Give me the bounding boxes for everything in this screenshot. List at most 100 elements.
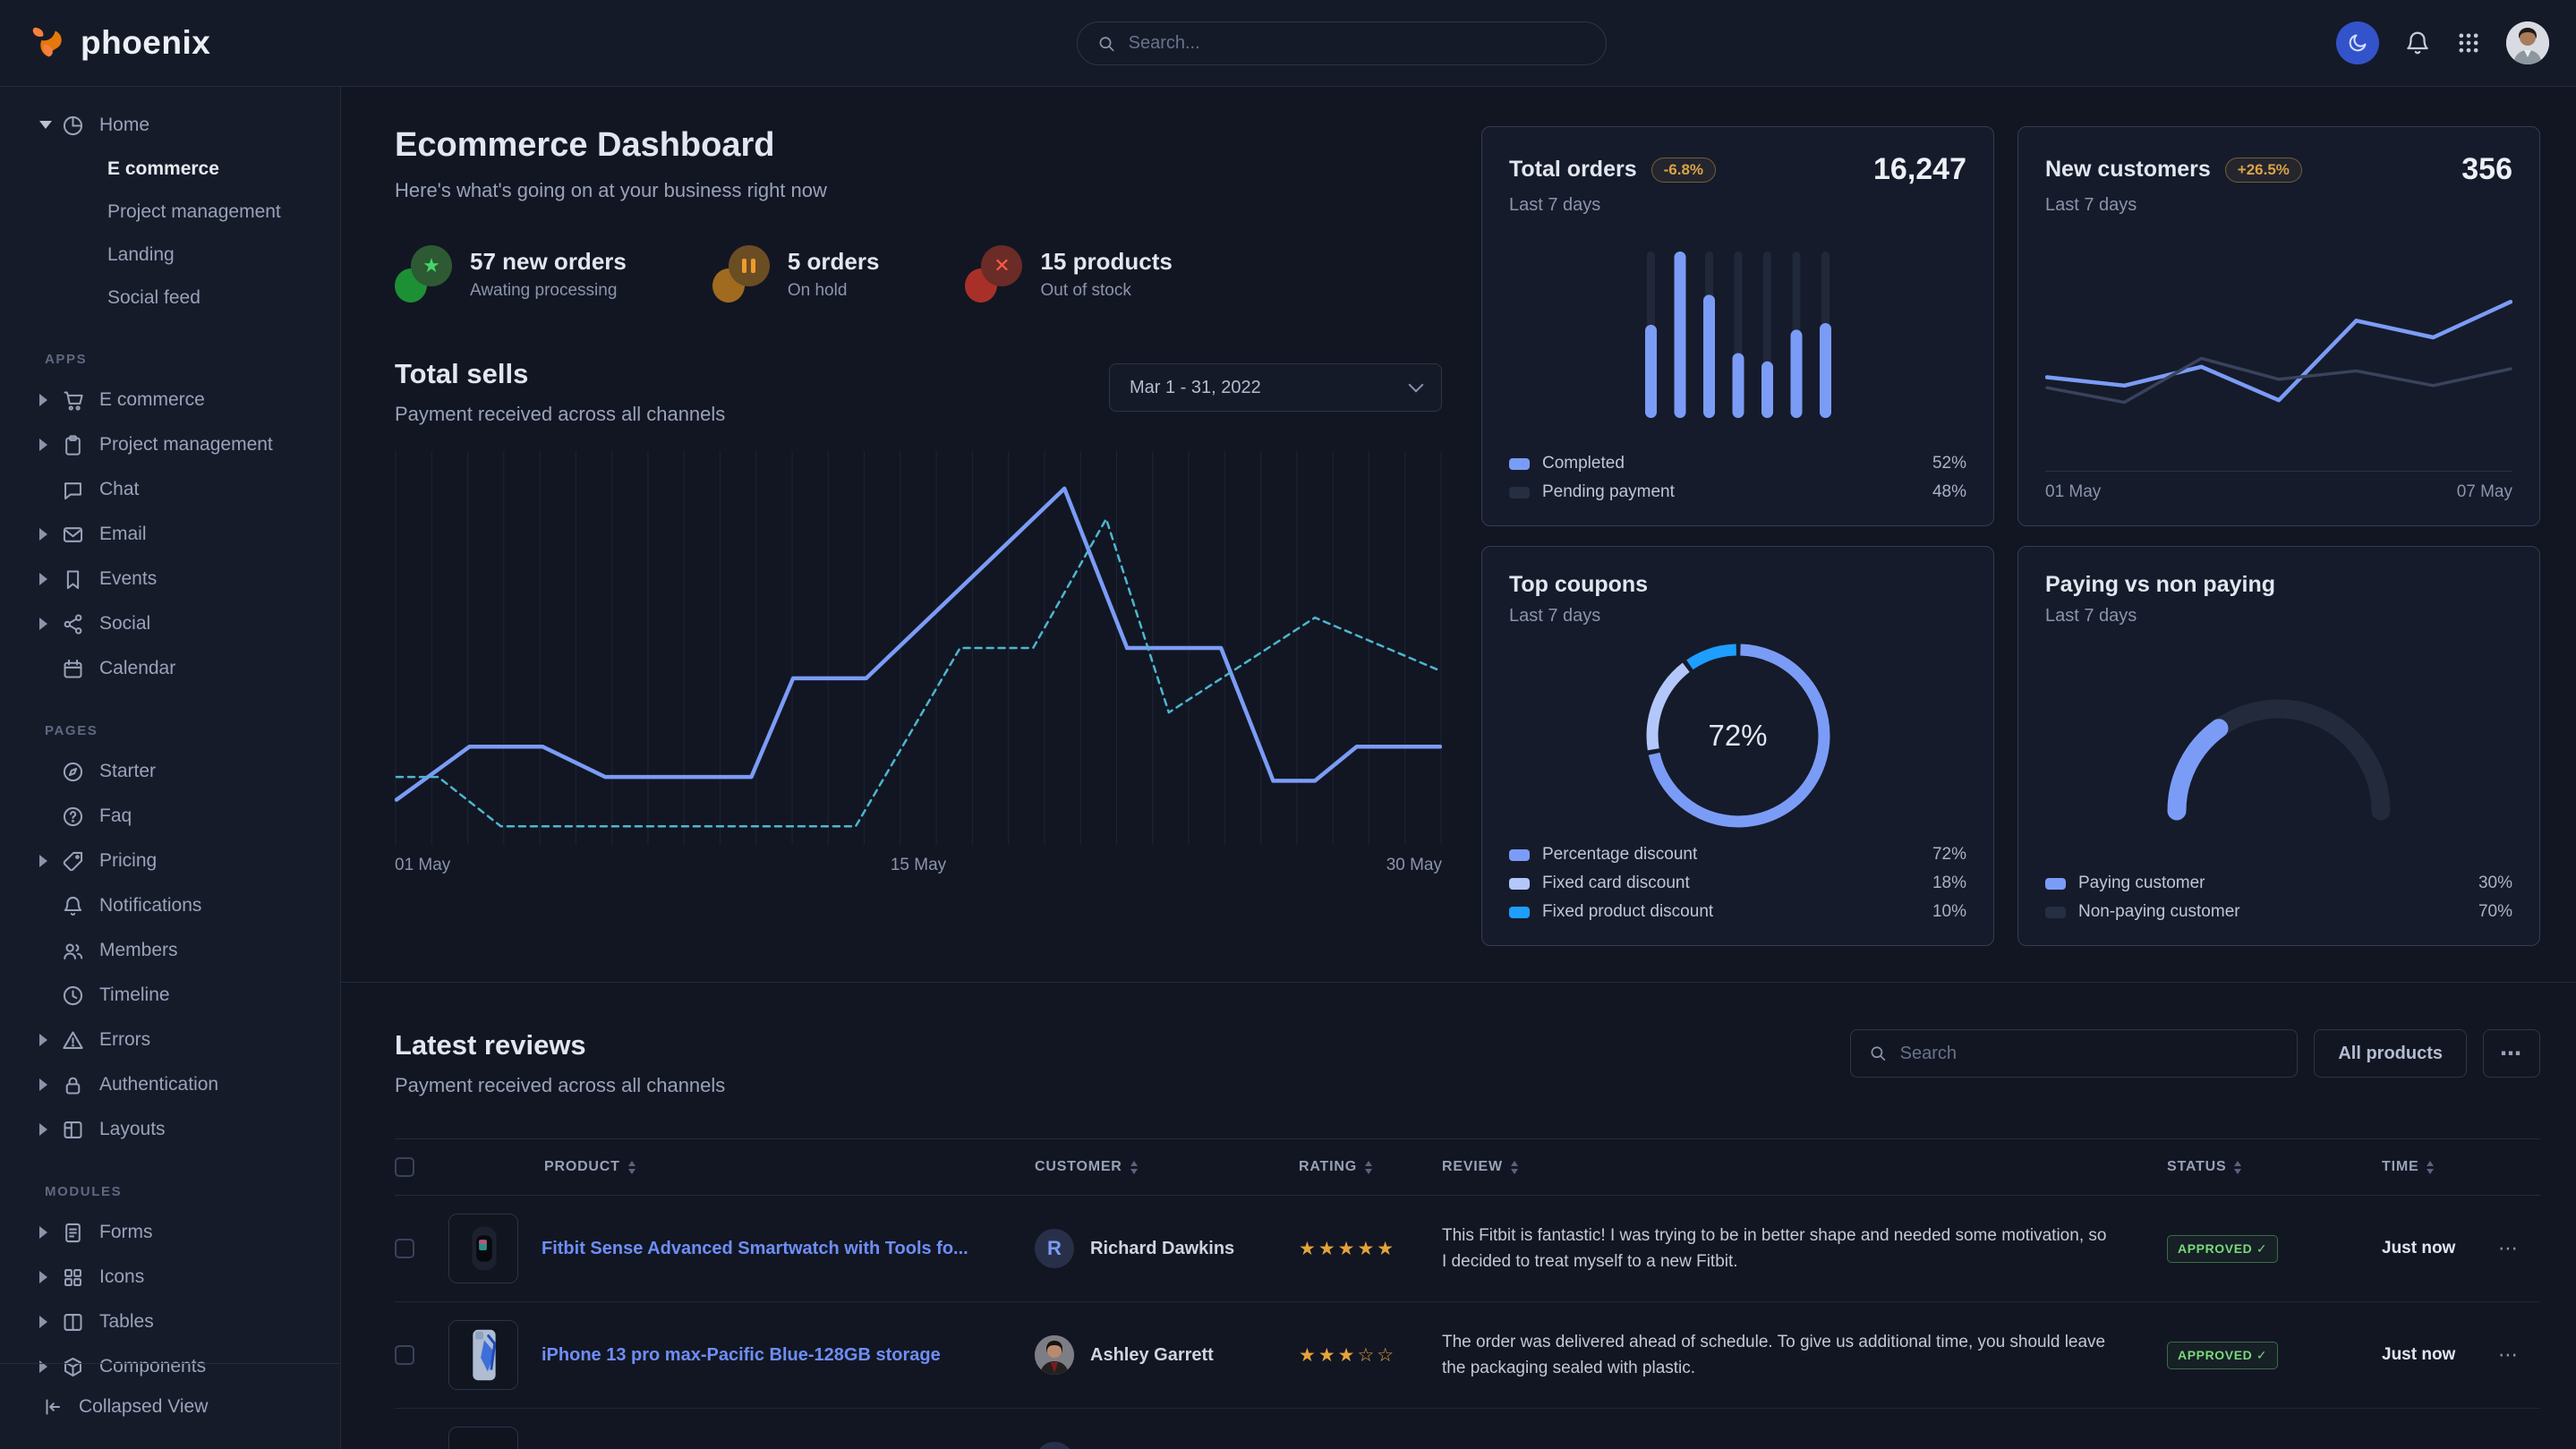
product-thumbnail-fitbit[interactable] [448, 1214, 518, 1283]
sidebar-item-forms[interactable]: Forms [0, 1210, 340, 1255]
dashboard-left-column: Ecommerce Dashboard Here's what's going … [395, 126, 1442, 875]
clock-icon [61, 984, 85, 1008]
date-range-select[interactable]: Mar 1 - 31, 2022 [1109, 363, 1442, 412]
customer-avatar [1035, 1442, 1074, 1449]
sidebar-group-apps: APPS [45, 352, 340, 367]
donut-center-label: 72% [1642, 640, 1834, 831]
total-orders-bar-chart [1645, 251, 1831, 418]
sort-icon [1130, 1157, 1138, 1178]
sidebar-item-timeline[interactable]: Timeline [0, 973, 340, 1018]
new-orders-star-icon: ★ [395, 245, 452, 303]
sidebar-item-notifications[interactable]: Notifications [0, 883, 340, 928]
sidebar-item-home[interactable]: Home [0, 103, 340, 148]
user-avatar[interactable] [2506, 21, 2549, 64]
reviews-search-input[interactable] [1900, 1044, 2280, 1064]
sidebar-item-landing[interactable]: Landing [0, 234, 340, 277]
sidebar-item-layouts[interactable]: Layouts [0, 1107, 340, 1152]
product-thumbnail-iphone[interactable] [448, 1320, 518, 1390]
sidebar-item-app-project-management[interactable]: Project management [0, 422, 340, 467]
sort-icon [1511, 1157, 1518, 1178]
more-options-button[interactable]: ⋯ [2483, 1029, 2540, 1078]
sidebar-item-email[interactable]: Email [0, 512, 340, 557]
sidebar-item-icons[interactable]: Icons [0, 1255, 340, 1300]
question-circle-icon [61, 805, 85, 829]
brand[interactable]: phoenix [27, 22, 210, 64]
total-sells-header: Total sells Payment received across all … [395, 358, 1442, 426]
sidebar-item-ecommerce-dashboard[interactable]: E commerce [0, 148, 340, 191]
time-value: Just now [2382, 1345, 2498, 1365]
warning-triangle-icon [61, 1028, 85, 1053]
reviews-search[interactable] [1850, 1029, 2298, 1078]
sidebar-item-faq[interactable]: Faq [0, 794, 340, 839]
grid-dots-icon [2456, 30, 2481, 55]
total-sells-title: Total sells [395, 358, 725, 390]
collapse-icon [41, 1395, 64, 1419]
caret-down-icon [39, 115, 57, 135]
out-of-stock-x-icon: ✕ [965, 245, 1022, 303]
row-checkbox[interactable] [395, 1239, 414, 1258]
sidebar-item-chat[interactable]: Chat [0, 467, 340, 512]
sidebar-item-authentication[interactable]: Authentication [0, 1062, 340, 1107]
global-search-input[interactable] [1129, 33, 1586, 54]
notifications-button[interactable] [2404, 30, 2431, 56]
caret-right-icon [39, 1226, 57, 1239]
new-customers-value: 356 [2461, 152, 2512, 187]
row-checkbox[interactable] [395, 1345, 414, 1365]
sort-icon [1365, 1157, 1372, 1178]
icons-grid-icon [61, 1266, 85, 1290]
sidebar-item-calendar[interactable]: Calendar [0, 646, 340, 691]
column-time[interactable]: TIME [2382, 1157, 2498, 1178]
total-sells-x-axis: 01 May 15 May 30 May [395, 856, 1442, 875]
sidebar-item-starter[interactable]: Starter [0, 749, 340, 794]
product-link[interactable]: Fitbit Sense Advanced Smartwatch with To… [542, 1239, 968, 1259]
review-text: The order was delivered ahead of schedul… [1442, 1329, 2167, 1382]
page-subtitle: Here's what's going on at your business … [395, 179, 1442, 202]
tag-icon [61, 849, 85, 874]
legend-non-paying-customer: Non-paying customer 70% [2045, 902, 2512, 922]
column-status[interactable]: STATUS [2167, 1157, 2382, 1178]
sidebar-group-pages: PAGES [45, 723, 340, 738]
sidebar-item-events[interactable]: Events [0, 557, 340, 601]
column-review[interactable]: REVIEW [1442, 1157, 2167, 1178]
top-navbar: phoenix [0, 0, 2576, 87]
row-actions-button[interactable]: ⋯ [2498, 1343, 2541, 1367]
sidebar-item-members[interactable]: Members [0, 928, 340, 973]
apps-menu-button[interactable] [2456, 30, 2481, 55]
sidebar-item-pricing[interactable]: Pricing [0, 839, 340, 883]
sidebar-item-tables[interactable]: Tables [0, 1300, 340, 1344]
sidebar-group-modules: MODULES [45, 1184, 340, 1199]
form-file-icon [61, 1221, 85, 1245]
select-all-checkbox[interactable] [395, 1157, 414, 1177]
share-nodes-icon [61, 612, 85, 636]
column-product[interactable]: PRODUCT [448, 1157, 985, 1178]
stat-orders-on-hold: 5 orders On hold [712, 245, 880, 303]
sidebar-item-project-management-dashboard[interactable]: Project management [0, 191, 340, 234]
reviews-subtitle: Payment received across all channels [395, 1074, 725, 1097]
row-actions-button[interactable]: ⋯ [2498, 1237, 2541, 1260]
sidebar-item-social[interactable]: Social [0, 601, 340, 646]
global-search[interactable] [1077, 21, 1607, 65]
stat-new-orders: ★ 57 new orders Awating processing [395, 245, 627, 303]
total-sells-chart [395, 451, 1442, 845]
stats-row: ★ 57 new orders Awating processing 5 ord… [395, 245, 1442, 303]
sidebar-item-social-feed[interactable]: Social feed [0, 277, 340, 320]
status-badge: APPROVED ✓ [2167, 1235, 2278, 1263]
all-products-button[interactable]: All products [2314, 1029, 2467, 1078]
sidebar-item-errors[interactable]: Errors [0, 1018, 340, 1062]
collapse-view-button[interactable]: Collapsed View [0, 1363, 339, 1449]
brand-name: phoenix [81, 24, 210, 62]
product-link[interactable]: iPhone 13 pro max-Pacific Blue-128GB sto… [542, 1345, 941, 1366]
sidebar-item-app-ecommerce[interactable]: E commerce [0, 378, 340, 422]
caret-right-icon [39, 439, 57, 451]
moon-icon [2347, 32, 2368, 54]
theme-toggle-button[interactable] [2336, 21, 2379, 64]
nav-actions [2336, 21, 2549, 64]
product-thumbnail[interactable] [448, 1427, 518, 1449]
sort-icon [2427, 1157, 2434, 1178]
new-customers-badge: +26.5% [2225, 158, 2302, 183]
column-customer[interactable]: CUSTOMER [985, 1157, 1299, 1178]
column-rating[interactable]: RATING [1299, 1157, 1442, 1178]
chat-bubble-icon [61, 478, 85, 502]
legend-paying-customer: Paying customer 30% [2045, 874, 2512, 893]
table-row-partial [395, 1409, 2540, 1449]
